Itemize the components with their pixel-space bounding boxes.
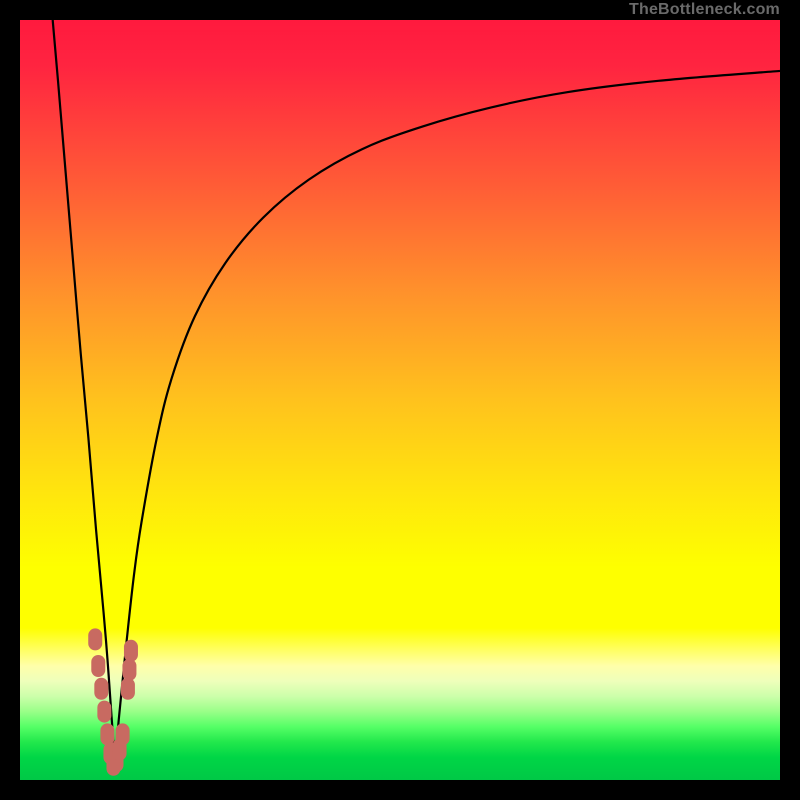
curve-left-branch xyxy=(53,20,115,765)
marker xyxy=(124,640,138,662)
curve-right-branch xyxy=(115,71,780,765)
marker xyxy=(88,628,102,650)
marker xyxy=(116,723,130,745)
marker xyxy=(94,678,108,700)
marker xyxy=(122,659,136,681)
marker xyxy=(97,701,111,723)
attribution-text: TheBottleneck.com xyxy=(629,0,780,20)
marker xyxy=(121,678,135,700)
chart-frame: TheBottleneck.com xyxy=(0,0,800,800)
marker xyxy=(100,723,114,745)
marker xyxy=(91,655,105,677)
plot-area xyxy=(20,20,780,780)
marker-group xyxy=(88,628,138,775)
bottleneck-curve xyxy=(20,20,780,780)
